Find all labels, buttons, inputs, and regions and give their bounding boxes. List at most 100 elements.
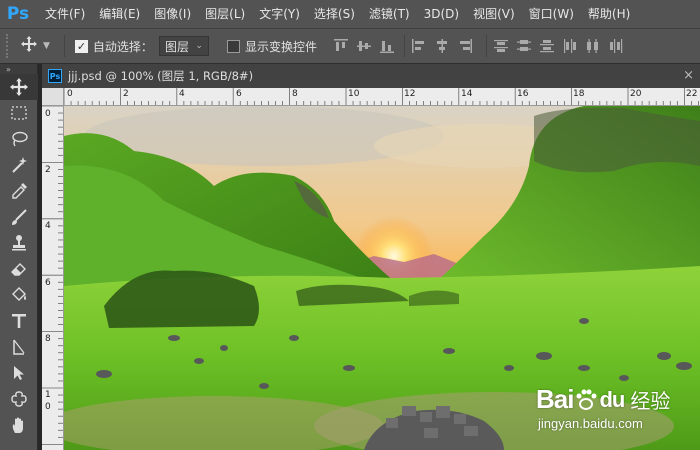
ruler-label: 2 (45, 165, 51, 175)
chevron-down-icon: ▼ (43, 41, 50, 51)
auto-select-label: 自动选择： (92, 39, 153, 54)
align-group (331, 35, 629, 57)
align-right-edges-icon[interactable] (455, 36, 476, 56)
photoshop-logo: Ps (6, 4, 30, 24)
horizontal-ruler[interactable]: 0 2 4 6 8 10 12 14 16 18 20 22 (64, 88, 700, 106)
eraser-icon (11, 263, 26, 276)
menu-3d[interactable]: 3D(D) (417, 0, 466, 28)
eyedropper-tool[interactable] (0, 178, 38, 204)
ruler-label: 4 (45, 221, 51, 231)
type-tool[interactable] (0, 308, 38, 334)
ruler-label: 2 (123, 89, 129, 99)
move-icon (10, 78, 28, 96)
eyedropper-icon (12, 183, 27, 199)
auto-select-target-dropdown[interactable]: 图层 ⌄ (158, 36, 209, 56)
ruler-label: 8 (45, 334, 51, 344)
ruler-label: 20 (630, 89, 642, 99)
menu-window[interactable]: 窗口(W) (522, 0, 581, 28)
baidu-jingyan-watermark: Bai du 经验 jingyan.baidu.com (536, 376, 696, 436)
lasso-tool[interactable] (0, 126, 38, 152)
watermark-product: 经验 (630, 389, 671, 413)
ruler-label: 4 (179, 89, 185, 99)
distribute-left-edges-icon[interactable] (560, 36, 581, 56)
magic-wand-tool[interactable] (0, 152, 38, 178)
document-tab-bar: Ps jjj.psd @ 100% (图层 1, RGB/8#) × (42, 64, 700, 88)
menu-help[interactable]: 帮助(H) (581, 0, 637, 28)
ruler-label: 1 (45, 390, 51, 400)
document-title: jjj.psd @ 100% (图层 1, RGB/8#) (68, 69, 254, 83)
vertical-ruler[interactable]: 0 2 4 6 8 1 0 (42, 106, 64, 450)
menu-type[interactable]: 文字(Y) (252, 0, 307, 28)
distribute-vertical-centers-icon[interactable] (514, 36, 535, 56)
align-horizontal-centers-icon[interactable] (432, 36, 453, 56)
divider (403, 35, 405, 57)
auto-select-target-value: 图层 (164, 39, 189, 54)
ruler-label: 6 (45, 278, 51, 288)
menu-file[interactable]: 文件(F) (38, 0, 92, 28)
eraser-tool[interactable] (0, 256, 38, 282)
move-icon (20, 36, 38, 56)
menu-view[interactable]: 视图(V) (466, 0, 522, 28)
document-tab[interactable]: Ps jjj.psd @ 100% (图层 1, RGB/8#) × (42, 64, 700, 88)
ruler-label: 18 (573, 89, 585, 99)
hand-tool[interactable] (0, 412, 38, 438)
align-bottom-edges-icon[interactable] (377, 36, 398, 56)
pen-tool[interactable] (0, 334, 38, 360)
watermark-url: jingyan.baidu.com (538, 416, 643, 431)
watermark-brand: Bai (536, 384, 574, 414)
menu-layer[interactable]: 图层(L) (198, 0, 252, 28)
ruler-label: 6 (236, 89, 242, 99)
menu-image[interactable]: 图像(I) (147, 0, 198, 28)
rectangular-marquee-tool[interactable] (0, 100, 38, 126)
ruler-label: 16 (517, 89, 529, 99)
ruler-label: 14 (461, 89, 473, 99)
checkmark-icon: ✓ (76, 39, 87, 53)
watermark-brand-suffix: du (599, 386, 625, 412)
ruler-label: 0 (45, 109, 51, 119)
chevron-down-icon: ⌄ (195, 41, 203, 51)
shape-icon (11, 391, 27, 407)
tools-panel-collapse[interactable]: » (0, 64, 37, 74)
clone-stamp-tool[interactable] (0, 230, 38, 256)
align-left-edges-icon[interactable] (409, 36, 430, 56)
direct-selection-tool[interactable] (0, 360, 38, 386)
stamp-icon (12, 235, 26, 251)
tool-preset-picker[interactable]: ▼ (20, 36, 50, 56)
brush-tool[interactable] (0, 204, 38, 230)
ruler-origin[interactable] (42, 88, 64, 106)
tools-panel: » (0, 64, 38, 450)
distribute-bottom-edges-icon[interactable] (537, 36, 558, 56)
distribute-top-edges-icon[interactable] (491, 36, 512, 56)
distribute-horizontal-centers-icon[interactable] (583, 36, 604, 56)
psd-file-icon: Ps (48, 69, 62, 83)
align-top-edges-icon[interactable] (331, 36, 352, 56)
divider (485, 35, 487, 57)
menu-filter[interactable]: 滤镜(T) (362, 0, 417, 28)
menu-edit[interactable]: 编辑(E) (92, 0, 147, 28)
arrow-pointer-icon (14, 366, 24, 380)
align-vertical-centers-icon[interactable] (354, 36, 375, 56)
horizontal-ruler-ticks (64, 88, 699, 105)
auto-select-checkbox[interactable]: ✓ (74, 39, 88, 53)
show-transform-checkbox[interactable] (226, 39, 240, 53)
paint-bucket-icon (12, 287, 26, 301)
watermark-logo-line: Bai du 经验 (536, 384, 670, 415)
divider (63, 35, 65, 57)
menu-select[interactable]: 选择(S) (307, 0, 362, 28)
ruler-label: 22 (686, 89, 698, 99)
ruler-label: 10 (348, 89, 360, 99)
custom-shape-tool[interactable] (0, 386, 38, 412)
paint-bucket-tool[interactable] (0, 282, 38, 308)
options-bar-grip[interactable] (6, 34, 12, 58)
type-icon (12, 314, 26, 328)
marquee-icon (11, 106, 27, 120)
hand-icon (12, 417, 23, 433)
options-bar: ▼ ✓ 自动选择： 图层 ⌄ 显示变换控件 (0, 28, 700, 64)
menu-bar: Ps 文件(F) 编辑(E) 图像(I) 图层(L) 文字(Y) 选择(S) 滤… (0, 0, 700, 28)
move-tool[interactable] (0, 74, 38, 100)
close-icon[interactable]: × (683, 68, 694, 83)
brush-icon (12, 209, 27, 225)
ruler-label: 12 (404, 89, 416, 99)
ruler-label: 0 (45, 402, 51, 412)
distribute-right-edges-icon[interactable] (606, 36, 627, 56)
